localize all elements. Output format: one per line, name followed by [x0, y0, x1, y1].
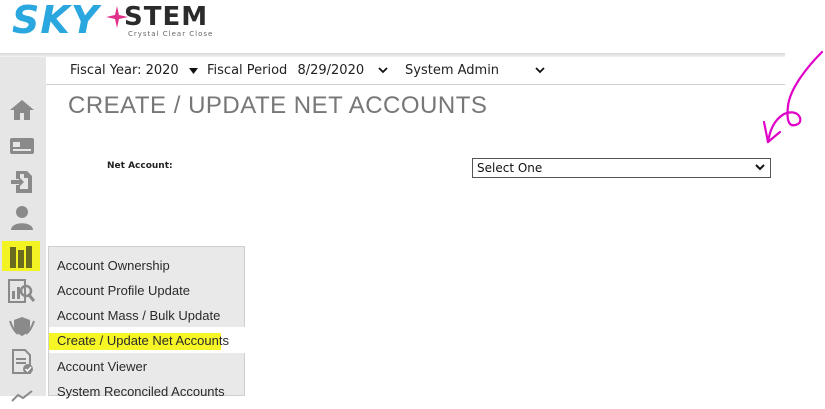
shield-icon[interactable] [8, 313, 36, 339]
chevron-down-icon [535, 67, 545, 74]
net-account-select[interactable]: Select One [472, 158, 771, 178]
menu-item-account-viewer[interactable]: Account Viewer [57, 359, 147, 374]
fiscal-period-selector[interactable]: Fiscal Period 8/29/2020 [207, 63, 388, 78]
card-icon[interactable] [8, 133, 36, 159]
fiscal-year-label: Fiscal Year: 2020 [70, 63, 179, 78]
fiscal-year-selector[interactable]: Fiscal Year: 2020 [70, 63, 198, 78]
chart-icon[interactable] [8, 383, 36, 409]
menu-item-account-profile-update[interactable]: Account Profile Update [57, 283, 190, 298]
logo-sky-text: SKY [12, 0, 100, 42]
menu-item-account-mass-bulk-update[interactable]: Account Mass / Bulk Update [57, 308, 220, 323]
chevron-down-icon [755, 164, 765, 171]
user-icon[interactable] [8, 205, 36, 231]
role-label: System Admin [405, 63, 500, 78]
logo-stem-text: STEM [124, 2, 209, 32]
net-account-selected-value: Select One [477, 161, 543, 175]
caret-down-icon [188, 67, 198, 74]
header-bar: Fiscal Year: 2020 Fiscal Period 8/29/202… [46, 57, 785, 85]
logo-tagline: Crystal Clear Close [128, 30, 214, 38]
report-search-icon[interactable] [8, 279, 36, 305]
annotation-arrow-icon [762, 50, 824, 144]
sidebar [0, 57, 46, 402]
chevron-down-icon [378, 67, 388, 74]
role-selector[interactable]: System Admin [405, 63, 545, 78]
menu-item-create-update-net-accounts[interactable]: Create / Update Net Accounts [49, 327, 246, 353]
accounts-menu: Account Ownership Account Profile Update… [48, 246, 246, 399]
fiscal-period-value: 8/29/2020 [297, 63, 365, 78]
menu-item-label: Create / Update Net Accounts [57, 333, 229, 348]
fiscal-period-label: Fiscal Period [207, 63, 288, 78]
page-title: CREATE / UPDATE NET ACCOUNTS [68, 92, 488, 119]
document-check-icon[interactable] [8, 349, 36, 375]
menu-item-system-reconciled-accounts[interactable]: System Reconciled Accounts [57, 384, 225, 399]
import-icon[interactable] [8, 169, 36, 195]
skystem-logo: SKY STEM Crystal Clear Close [6, 0, 221, 48]
home-icon[interactable] [8, 97, 36, 123]
books-icon[interactable] [2, 241, 40, 271]
menu-item-account-ownership[interactable]: Account Ownership [57, 258, 170, 273]
net-account-label: Net Account: [107, 161, 173, 171]
